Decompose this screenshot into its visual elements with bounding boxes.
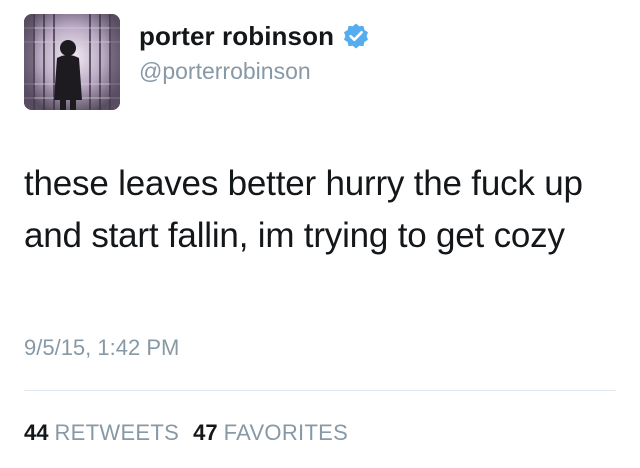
verified-badge-icon	[342, 22, 370, 50]
user-handle[interactable]: @porterrobinson	[139, 58, 311, 85]
retweets-count: 44	[24, 420, 49, 445]
avatar[interactable]	[24, 14, 120, 110]
tweet-timestamp[interactable]: 9/5/15, 1:42 PM	[24, 335, 179, 361]
favorites-stat[interactable]: 47 FAVORITES	[193, 420, 348, 446]
retweets-label: RETWEETS	[54, 420, 180, 445]
tweet-card: porter robinson @porterrobinson these le…	[0, 0, 640, 468]
tweet-stats: 44 RETWEETS 47 FAVORITES	[24, 420, 348, 446]
display-name[interactable]: porter robinson	[139, 21, 334, 52]
divider	[24, 390, 616, 391]
favorites-count: 47	[193, 420, 218, 445]
favorites-label: FAVORITES	[223, 420, 349, 445]
avatar-photo	[24, 14, 120, 110]
tweet-text: these leaves better hurry the fuck up an…	[24, 164, 583, 255]
tweet-header: porter robinson @porterrobinson	[24, 14, 616, 112]
name-row: porter robinson	[139, 20, 370, 52]
retweets-stat[interactable]: 44 RETWEETS	[24, 420, 179, 446]
